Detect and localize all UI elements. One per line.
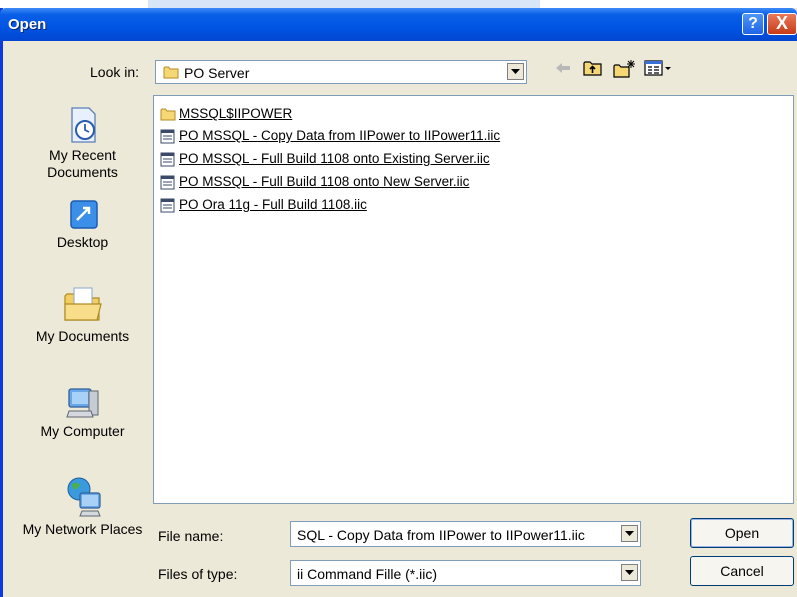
my-documents-icon	[63, 287, 102, 321]
place-label: My Computer	[40, 423, 125, 439]
open-button[interactable]: Open	[690, 518, 794, 548]
background-decoration	[148, 0, 540, 8]
file-name: PO MSSQL - Full Build 1108 onto New Serv…	[179, 174, 470, 189]
place-label: My Recent Documents	[47, 147, 118, 180]
cancel-button[interactable]: Cancel	[690, 556, 794, 586]
place-desktop[interactable]: Desktop	[20, 198, 145, 251]
look-in-dropdown-button[interactable]	[507, 63, 524, 80]
look-in-label: Look in:	[90, 64, 140, 80]
recent-documents-icon	[70, 107, 96, 143]
folder-icon	[163, 66, 179, 79]
place-label: My Documents	[35, 328, 130, 344]
file-name: PO MSSQL - Copy Data from IIPower to IIP…	[179, 128, 501, 143]
file-name-label: File name:	[158, 528, 224, 544]
look-in-value: PO Server	[184, 65, 250, 81]
file-name-dropdown-button[interactable]	[621, 525, 638, 542]
file-name-combo[interactable]: SQL - Copy Data from IIPower to IIPower1…	[290, 521, 641, 547]
list-item-file[interactable]: PO Ora 11g - Full Build 1108.iic	[160, 197, 560, 215]
list-item-file[interactable]: PO MSSQL - Full Build 1108 onto New Serv…	[160, 174, 560, 192]
place-recent-documents[interactable]: My Recent Documents	[20, 105, 145, 181]
chevron-down-icon	[625, 570, 634, 575]
file-name: PO Ora 11g - Full Build 1108.iic	[179, 197, 367, 212]
help-button[interactable]: ?	[742, 13, 764, 35]
my-computer-icon	[65, 388, 98, 418]
iic-file-icon	[160, 175, 175, 190]
window-title: Open	[8, 16, 47, 33]
file-name-input[interactable]: SQL - Copy Data from IIPower to IIPower1…	[297, 527, 585, 543]
list-item-file[interactable]: PO MSSQL - Full Build 1108 onto Existing…	[160, 151, 560, 169]
up-folder-icon[interactable]	[582, 59, 604, 77]
place-label: My Network Places	[22, 521, 143, 537]
chevron-down-icon	[625, 531, 634, 536]
title-bar[interactable]: Open ? X	[0, 8, 797, 41]
folder-icon	[160, 108, 176, 121]
place-label: Desktop	[56, 234, 109, 250]
file-name: MSSQL$IIPOWER	[179, 106, 293, 121]
network-places-icon	[67, 477, 101, 517]
iic-file-icon	[160, 129, 175, 144]
look-in-combo[interactable]: PO Server	[155, 60, 527, 84]
file-name: PO MSSQL - Full Build 1108 onto Existing…	[179, 151, 490, 166]
place-network[interactable]: My Network Places	[20, 475, 145, 538]
iic-file-icon	[160, 198, 175, 213]
list-item-file[interactable]: PO MSSQL - Copy Data from IIPower to IIP…	[160, 128, 560, 146]
file-type-combo[interactable]: ii Command Fille (*.iic)	[290, 560, 641, 586]
close-button[interactable]: X	[767, 13, 797, 35]
place-my-documents[interactable]: My Documents	[20, 282, 145, 345]
list-item-folder[interactable]: MSSQL$IIPOWER	[160, 106, 360, 124]
new-folder-icon[interactable]	[612, 59, 636, 79]
place-my-computer[interactable]: My Computer	[20, 385, 145, 440]
file-type-dropdown-button[interactable]	[621, 564, 638, 581]
file-list[interactable]: MSSQL$IIPOWER PO MSSQL - Copy Data from …	[153, 95, 794, 504]
desktop-icon	[69, 200, 98, 229]
view-menu-icon[interactable]	[643, 59, 673, 77]
iic-file-icon	[160, 152, 175, 167]
chevron-down-icon	[511, 69, 520, 74]
file-type-label: Files of type:	[158, 566, 238, 582]
back-arrow-icon[interactable]	[553, 59, 573, 77]
file-type-value: ii Command Fille (*.iic)	[297, 566, 438, 582]
